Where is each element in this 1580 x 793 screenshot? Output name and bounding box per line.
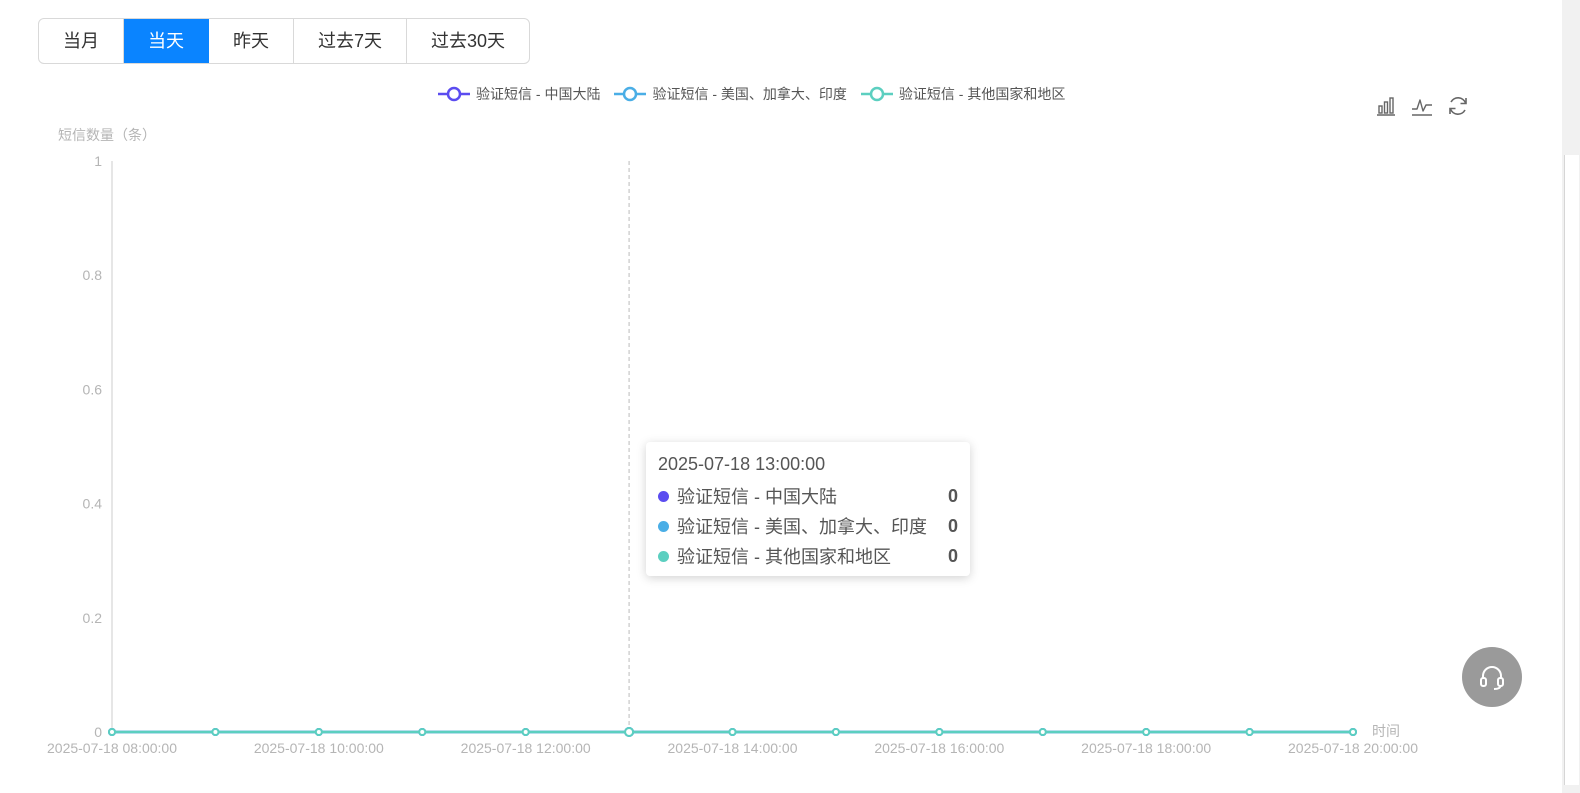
- y-tick-label: 0.8: [83, 267, 103, 283]
- tooltip-series-name: 验证短信 - 其他国家和地区: [677, 547, 891, 567]
- y-tick-label: 0.4: [83, 496, 103, 512]
- data-point[interactable]: [624, 727, 635, 737]
- y-tick-label: 1: [94, 153, 102, 169]
- data-point[interactable]: [1142, 728, 1151, 736]
- data-point[interactable]: [314, 728, 323, 736]
- x-tick-label: 2025-07-18 16:00:00: [874, 740, 1004, 756]
- chart-tooltip: 2025-07-18 13:00:00 验证短信 - 中国大陆 0 验证短信 -…: [646, 442, 970, 576]
- data-point[interactable]: [521, 728, 530, 736]
- data-point[interactable]: [1245, 728, 1254, 736]
- tooltip-series-value: 0: [947, 515, 958, 536]
- data-point[interactable]: [108, 728, 116, 736]
- y-tick-label: 0.2: [83, 610, 103, 626]
- data-point[interactable]: [211, 728, 220, 736]
- x-tick-label: 2025-07-18 10:00:00: [254, 740, 384, 756]
- data-point[interactable]: [1349, 728, 1357, 736]
- data-point[interactable]: [418, 728, 427, 736]
- data-point[interactable]: [935, 728, 944, 736]
- y-axis-label: 短信数量（条）: [58, 127, 156, 143]
- tooltip-row-mainland: 验证短信 - 中国大陆 0: [658, 481, 958, 511]
- tooltip-title: 2025-07-18 13:00:00: [658, 454, 826, 474]
- tooltip-series-name: 验证短信 - 中国大陆: [677, 487, 837, 507]
- tooltip-series-name: 验证短信 - 美国、加拿大、印度: [677, 517, 927, 537]
- x-tick-label: 2025-07-18 08:00:00: [47, 740, 177, 756]
- data-point[interactable]: [1038, 728, 1047, 736]
- data-point[interactable]: [831, 728, 840, 736]
- customer-support-button[interactable]: [1462, 647, 1522, 707]
- tooltip-marker: [658, 550, 669, 562]
- x-tick-label: 2025-07-18 20:00:00: [1288, 740, 1418, 756]
- line-chart: 短信数量（条） 时间 0 0.2 0.4 0.6 0.8 1 2025-07-18 08:…: [47, 127, 1418, 756]
- data-point[interactable]: [728, 728, 737, 736]
- tooltip-marker: [658, 490, 669, 502]
- x-tick-label: 2025-07-18 14:00:00: [668, 740, 798, 756]
- scrollbar-thumb[interactable]: [1564, 155, 1579, 785]
- y-tick-label: 0.6: [83, 381, 103, 397]
- tooltip-series-value: 0: [947, 485, 958, 506]
- x-tick-label: 2025-07-18 12:00:00: [461, 740, 591, 756]
- y-tick-label: 0: [94, 724, 102, 740]
- tooltip-row-other-regions: 验证短信 - 其他国家和地区 0: [658, 541, 958, 571]
- tooltip-series-value: 0: [947, 545, 958, 566]
- tooltip-row-us-canada-india: 验证短信 - 美国、加拿大、印度 0: [658, 511, 958, 541]
- x-axis-label: 时间: [1372, 723, 1400, 739]
- tooltip-marker: [658, 520, 669, 532]
- page-scrollbar[interactable]: [1562, 0, 1580, 793]
- headset-icon: [1480, 666, 1504, 690]
- x-tick-label: 2025-07-18 18:00:00: [1081, 740, 1211, 756]
